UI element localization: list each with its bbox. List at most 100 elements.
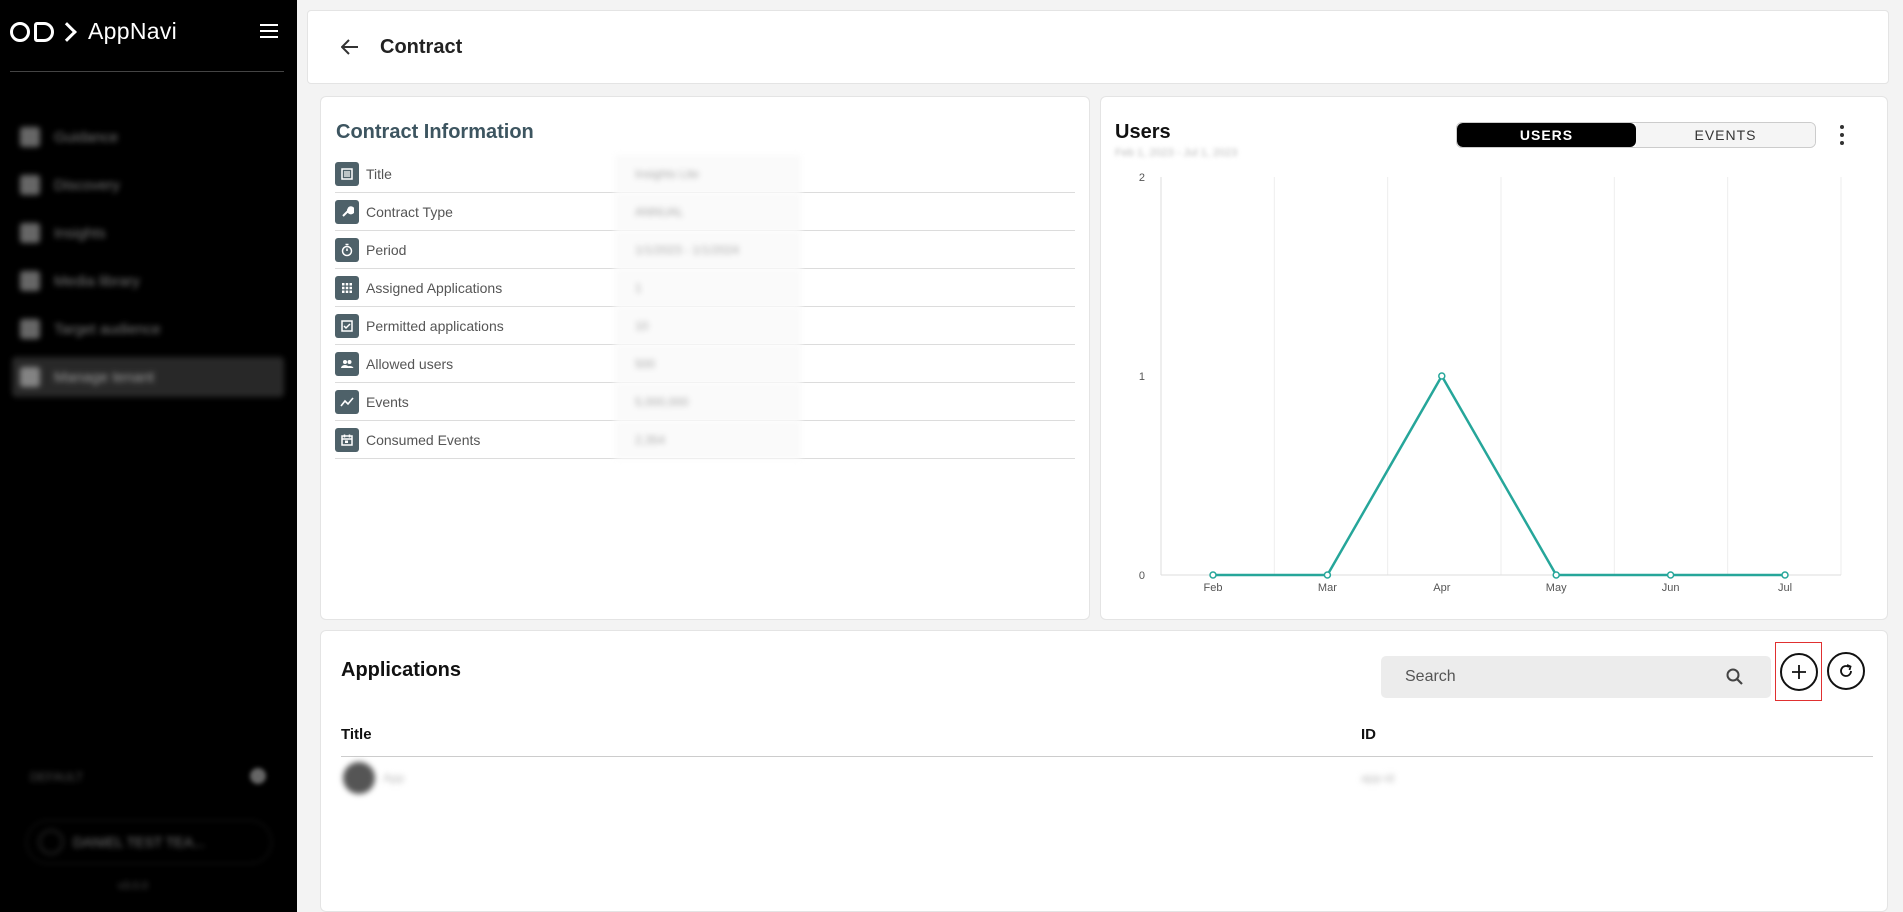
info-label: Period	[366, 241, 407, 258]
info-label: Assigned Applications	[366, 279, 503, 296]
chart-x-tick-label: Apr	[1433, 582, 1450, 594]
search-box	[1381, 656, 1771, 698]
workspace-avatar	[39, 830, 63, 854]
sidebar-item-guidance[interactable]: Guidance	[12, 117, 284, 157]
toggle-users-button[interactable]: USERS	[1457, 123, 1636, 147]
column-header-title[interactable]: Title	[341, 726, 372, 743]
info-label: Permitted applications	[366, 317, 504, 334]
users-line-chart: 0 1 2 Feb Mar Apr May Jun Jul	[1139, 172, 1842, 594]
sidebar-item-label: Target audience	[54, 320, 161, 338]
main-content: Contract Contract Information Title Insi…	[297, 0, 1903, 912]
info-row-events: Events 5,000,000	[335, 383, 1075, 421]
sidebar-item-insights[interactable]: Insights	[12, 213, 284, 253]
info-row-allowed-users: Allowed users 500	[335, 345, 1075, 383]
sidebar-item-target-audience[interactable]: Target audience	[12, 309, 284, 349]
contract-info-title: Contract Information	[336, 121, 534, 143]
info-row-consumed-events: Consumed Events 2,354	[335, 421, 1075, 459]
users-chart-card: Users Feb 1, 2023 - Jul 1, 2023 USERS EV…	[1100, 96, 1888, 620]
more-options-icon[interactable]	[1837, 125, 1847, 145]
chart-data-point	[1209, 571, 1217, 579]
grid-icon	[335, 275, 359, 300]
chart-y-tick-label: 0	[1139, 570, 1145, 582]
chart-data-point	[1666, 571, 1675, 579]
sidebar-divider	[10, 71, 284, 72]
toggle-events-button[interactable]: EVENTS	[1636, 123, 1815, 147]
info-value: 10	[615, 307, 801, 345]
list-icon	[335, 161, 359, 186]
tenant-icon	[20, 367, 40, 387]
guidance-icon	[20, 127, 40, 147]
gear-icon[interactable]	[250, 768, 266, 784]
page-title: Contract	[380, 35, 463, 58]
users-chart-title: Users	[1115, 121, 1171, 143]
sidebar-nav: Guidance Discovery Insights Media librar…	[12, 117, 284, 405]
refresh-wrap	[1827, 652, 1865, 690]
discovery-icon	[20, 175, 40, 195]
wrench-icon	[335, 199, 359, 224]
media-icon	[20, 271, 40, 291]
sidebar-item-label: Discovery	[54, 176, 120, 194]
info-label: Title	[366, 165, 392, 182]
refresh-button[interactable]	[1827, 652, 1865, 690]
users-icon	[335, 351, 359, 376]
app-name: AppNavi	[88, 18, 178, 44]
contract-info-table: Title Insights Lite Contract Type ANNUAL…	[335, 155, 1075, 459]
info-value: 1/1/2023 - 1/1/2024	[615, 231, 801, 269]
chart-data-point	[1552, 571, 1560, 579]
trend-icon	[335, 389, 359, 414]
calendar-icon	[335, 427, 359, 452]
chart-y-tick-label: 2	[1139, 172, 1145, 184]
users-events-toggle: USERS EVENTS	[1456, 122, 1816, 148]
info-row-contract-type: Contract Type ANNUAL	[335, 193, 1075, 231]
page-header: Contract	[307, 10, 1889, 84]
applications-card: Applications Title ID App app-id	[320, 630, 1888, 912]
sidebar-item-label: Media library	[54, 272, 140, 290]
app-name-cell[interactable]: App	[383, 771, 404, 785]
info-row-assigned-applications: Assigned Applications 1	[335, 269, 1075, 307]
app-logo[interactable]: AppNavi	[10, 18, 177, 45]
search-input[interactable]	[1405, 668, 1705, 686]
add-application-button[interactable]	[1779, 652, 1818, 691]
info-value: 500	[615, 345, 801, 383]
chart-x-tick-label: Jul	[1778, 582, 1792, 594]
chart-x-tick-label: May	[1546, 582, 1567, 594]
chart-x-tick-label: Mar	[1318, 582, 1337, 594]
chart-y-tick-label: 1	[1139, 371, 1145, 383]
chart-data-point	[1781, 571, 1789, 579]
info-label: Consumed Events	[366, 431, 481, 448]
search-icon[interactable]	[1725, 667, 1745, 687]
checkbox-icon	[335, 313, 359, 338]
app-id-cell: app-id	[1361, 771, 1395, 785]
timer-icon	[335, 237, 359, 262]
app-avatar	[343, 762, 375, 794]
info-value: ANNUAL	[615, 193, 801, 231]
column-header-id[interactable]: ID	[1361, 726, 1376, 743]
sidebar-item-label: Manage tenant	[54, 368, 155, 386]
plus-icon	[1791, 664, 1806, 679]
info-value: 5,000,000	[615, 383, 801, 421]
back-arrow-icon[interactable]	[338, 35, 362, 59]
sidebar-item-manage-tenant[interactable]: Manage tenant	[12, 357, 284, 397]
insights-icon	[20, 223, 40, 243]
workspace-selector[interactable]: DANIEL TEST TEA...	[26, 820, 272, 864]
target-icon	[20, 319, 40, 339]
workspace-label: DEFAULT	[30, 770, 84, 784]
info-label: Events	[366, 393, 409, 410]
menu-icon[interactable]	[260, 24, 278, 38]
info-value: 1	[615, 269, 801, 307]
chart-x-tick-label: Jun	[1662, 582, 1680, 594]
info-value: 2,354	[615, 421, 801, 459]
contract-info-card: Contract Information Title Insights Lite…	[320, 96, 1090, 620]
refresh-icon	[1840, 664, 1852, 677]
info-value: Insights Lite	[615, 155, 801, 193]
logo-icon	[10, 21, 82, 42]
users-chart-subtitle: Feb 1, 2023 - Jul 1, 2023	[1115, 147, 1238, 159]
sidebar-item-discovery[interactable]: Discovery	[12, 165, 284, 205]
sidebar-item-label: Insights	[54, 224, 106, 242]
info-row-permitted-applications: Permitted applications 10	[335, 307, 1075, 345]
chart-x-tick-label: Feb	[1204, 582, 1223, 594]
sidebar-item-media-library[interactable]: Media library	[12, 261, 284, 301]
sidebar-item-label: Guidance	[54, 128, 119, 146]
workspace-name: DANIEL TEST TEA...	[73, 834, 205, 850]
chart-series-line	[1213, 373, 1785, 577]
